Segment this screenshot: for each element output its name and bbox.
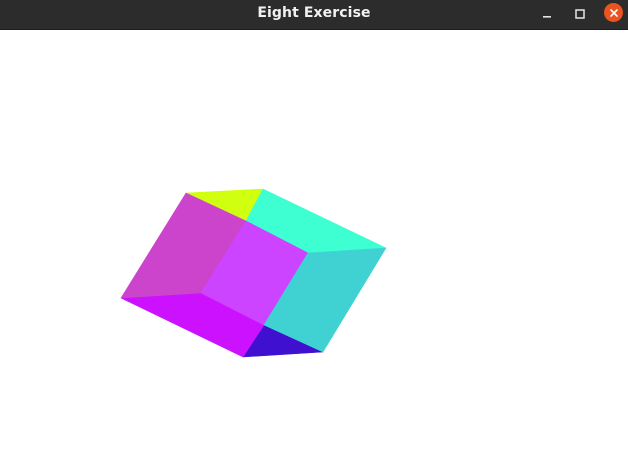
render-canvas[interactable] xyxy=(0,30,628,455)
maximize-button[interactable] xyxy=(569,3,591,25)
minimize-button[interactable] xyxy=(536,3,558,25)
close-button[interactable] xyxy=(604,3,623,22)
title-bar[interactable]: Eight Exercise xyxy=(0,0,628,30)
minimize-icon xyxy=(543,16,551,18)
close-icon xyxy=(609,8,618,17)
maximize-icon xyxy=(575,9,585,19)
app-window: Eight Exercise xyxy=(0,0,628,455)
window-title: Eight Exercise xyxy=(257,5,371,21)
cube-scene xyxy=(120,188,387,358)
